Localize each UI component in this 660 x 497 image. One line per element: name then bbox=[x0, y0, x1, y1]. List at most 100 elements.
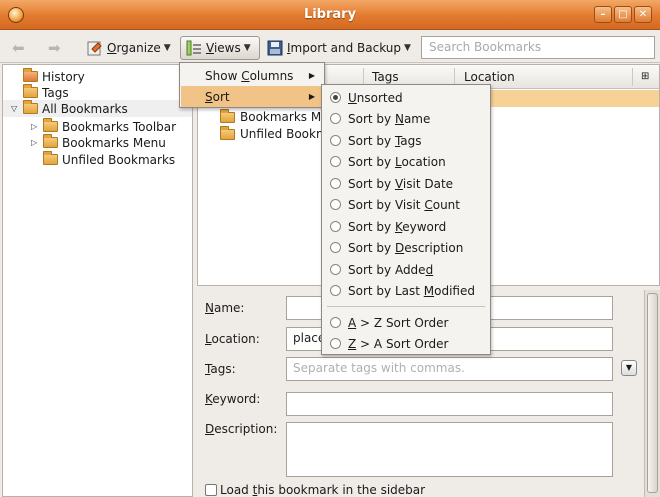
menu-item-label: Sort by Added bbox=[348, 262, 434, 277]
folder-icon bbox=[43, 134, 58, 148]
radio-icon bbox=[330, 135, 341, 146]
checkbox[interactable] bbox=[205, 484, 217, 496]
list-item[interactable]: Unfiled Bookm bbox=[220, 125, 328, 141]
menu-item-label: Z > A Sort Order bbox=[348, 336, 449, 351]
keyword-field[interactable] bbox=[286, 392, 613, 416]
submenu-arrow-icon: ▶ bbox=[308, 71, 315, 80]
expanded-triangle-icon[interactable]: ▽ bbox=[11, 104, 19, 113]
organize-label: Organize bbox=[107, 41, 161, 55]
radio-icon bbox=[330, 242, 341, 253]
radio-selected-icon bbox=[330, 92, 341, 103]
sidebar-item-label: History bbox=[42, 69, 85, 84]
submenu-arrow-icon: ▶ bbox=[308, 92, 315, 101]
menu-item-sort-by-added[interactable]: Sort by Added bbox=[323, 259, 489, 280]
sidebar-item-tags[interactable]: Tags bbox=[23, 84, 69, 101]
radio-icon bbox=[330, 156, 341, 167]
folder-icon bbox=[43, 151, 58, 165]
close-button[interactable]: ✕ bbox=[634, 6, 652, 23]
collapsed-triangle-icon[interactable]: ▷ bbox=[31, 138, 39, 147]
load-in-sidebar-checkbox[interactable]: Load this bookmark in the sidebar bbox=[205, 483, 425, 497]
sidebar-item-history[interactable]: History bbox=[23, 68, 85, 85]
radio-icon bbox=[330, 285, 341, 296]
list-item-label: Bookmarks Me bbox=[240, 110, 329, 124]
sidebar-item-all-bookmarks[interactable]: ▽ All Bookmarks bbox=[3, 100, 192, 117]
location-label: Location: bbox=[205, 332, 260, 346]
menu-item-label: Show Columns bbox=[205, 68, 294, 83]
minimize-button[interactable]: – bbox=[594, 6, 612, 23]
menu-item-a-to-z[interactable]: A > Z Sort Order bbox=[323, 312, 489, 333]
search-input[interactable]: Search Bookmarks bbox=[421, 36, 655, 59]
chevron-down-icon: ▼ bbox=[163, 43, 171, 53]
radio-icon bbox=[330, 264, 341, 275]
menu-item-label: Sort by Location bbox=[348, 154, 446, 169]
column-header-tags[interactable]: Tags bbox=[372, 70, 399, 84]
menu-item-show-columns[interactable]: Show Columns ▶ bbox=[181, 65, 323, 86]
menu-item-sort-by-location[interactable]: Sort by Location bbox=[323, 151, 489, 172]
menu-item-sort-by-description[interactable]: Sort by Description bbox=[323, 237, 489, 258]
maximize-button[interactable]: □ bbox=[614, 6, 632, 23]
radio-icon bbox=[330, 317, 341, 328]
menu-item-z-to-a[interactable]: Z > A Sort Order bbox=[323, 333, 489, 354]
radio-icon bbox=[330, 221, 341, 232]
details-scrollbar[interactable] bbox=[644, 290, 660, 497]
menu-item-label: Sort by Last Modified bbox=[348, 283, 475, 298]
list-item-label: Unfiled Bookm bbox=[240, 127, 328, 141]
list-item[interactable]: Bookmarks Me bbox=[220, 108, 329, 124]
menu-separator bbox=[327, 306, 485, 307]
column-picker-icon[interactable]: ⊞ bbox=[641, 71, 649, 82]
sidebar-item-bookmarks-toolbar[interactable]: ▷ Bookmarks Toolbar bbox=[31, 118, 176, 135]
organize-icon bbox=[87, 41, 102, 56]
chevron-down-icon: ▼ bbox=[243, 43, 251, 53]
views-button[interactable]: Views ▼ bbox=[180, 36, 260, 60]
import-backup-icon bbox=[267, 40, 283, 56]
sidebar-item-unfiled-bookmarks[interactable]: Unfiled Bookmarks bbox=[43, 151, 175, 168]
collapsed-triangle-icon[interactable]: ▷ bbox=[31, 122, 39, 131]
menu-item-sort-by-visit-date[interactable]: Sort by Visit Date bbox=[323, 173, 489, 194]
sidebar-item-label: Bookmarks Menu bbox=[62, 135, 166, 150]
organize-button[interactable]: Organize ▼ bbox=[82, 36, 175, 60]
menu-item-sort-by-keyword[interactable]: Sort by Keyword bbox=[323, 216, 489, 237]
forward-arrow-icon[interactable]: ➡ bbox=[48, 39, 61, 57]
menu-item-label: Sort by Keyword bbox=[348, 219, 447, 234]
sidebar-item-label: Bookmarks Toolbar bbox=[62, 119, 177, 134]
import-backup-button[interactable]: Import and Backup ▼ bbox=[262, 36, 415, 60]
name-label: Name: bbox=[205, 301, 245, 315]
menu-item-sort-by-visit-count[interactable]: Sort by Visit Count bbox=[323, 194, 489, 215]
radio-icon bbox=[330, 338, 341, 349]
back-arrow-icon[interactable]: ⬅ bbox=[12, 39, 25, 57]
menu-item-sort[interactable]: Sort ▶ bbox=[181, 86, 323, 107]
folder-icon bbox=[23, 100, 38, 114]
radio-icon bbox=[330, 199, 341, 210]
sidebar-item-label: All Bookmarks bbox=[42, 101, 128, 116]
menu-item-label: A > Z Sort Order bbox=[348, 315, 449, 330]
views-label: Views bbox=[206, 41, 241, 55]
radio-icon bbox=[330, 178, 341, 189]
folder-icon bbox=[43, 118, 58, 132]
chevron-down-icon: ▼ bbox=[404, 43, 411, 53]
title-bar: Library – □ ✕ bbox=[0, 0, 660, 30]
history-icon bbox=[23, 68, 38, 82]
scrollbar-thumb[interactable] bbox=[647, 293, 658, 493]
folder-icon bbox=[220, 125, 235, 140]
sidebar-item-label: Unfiled Bookmarks bbox=[62, 152, 176, 167]
column-divider[interactable] bbox=[632, 68, 633, 86]
menu-item-unsorted[interactable]: Unsorted bbox=[323, 87, 489, 108]
views-menu: Show Columns ▶ Sort ▶ bbox=[179, 62, 325, 108]
tags-expander-icon[interactable]: ▼ bbox=[621, 360, 637, 376]
sidebar-item-bookmarks-menu[interactable]: ▷ Bookmarks Menu bbox=[31, 134, 166, 151]
tags-label: Tags: bbox=[205, 362, 236, 376]
menu-item-label: Sort by Tags bbox=[348, 133, 422, 148]
menu-item-label: Unsorted bbox=[348, 90, 403, 105]
menu-item-sort-by-last-modified[interactable]: Sort by Last Modified bbox=[323, 280, 489, 301]
column-header-location[interactable]: Location bbox=[464, 70, 515, 84]
tags-field[interactable]: Separate tags with commas. bbox=[286, 357, 613, 381]
menu-item-label: Sort bbox=[205, 89, 230, 104]
sidebar-item-label: Tags bbox=[42, 85, 69, 100]
load-in-sidebar-label: Load this bookmark in the sidebar bbox=[220, 483, 426, 497]
window-title: Library bbox=[303, 7, 357, 22]
description-field[interactable] bbox=[286, 422, 613, 477]
menu-item-sort-by-name[interactable]: Sort by Name bbox=[323, 108, 489, 129]
menu-item-sort-by-tags[interactable]: Sort by Tags bbox=[323, 130, 489, 151]
folder-icon bbox=[220, 108, 235, 123]
description-label: Description: bbox=[205, 422, 278, 436]
